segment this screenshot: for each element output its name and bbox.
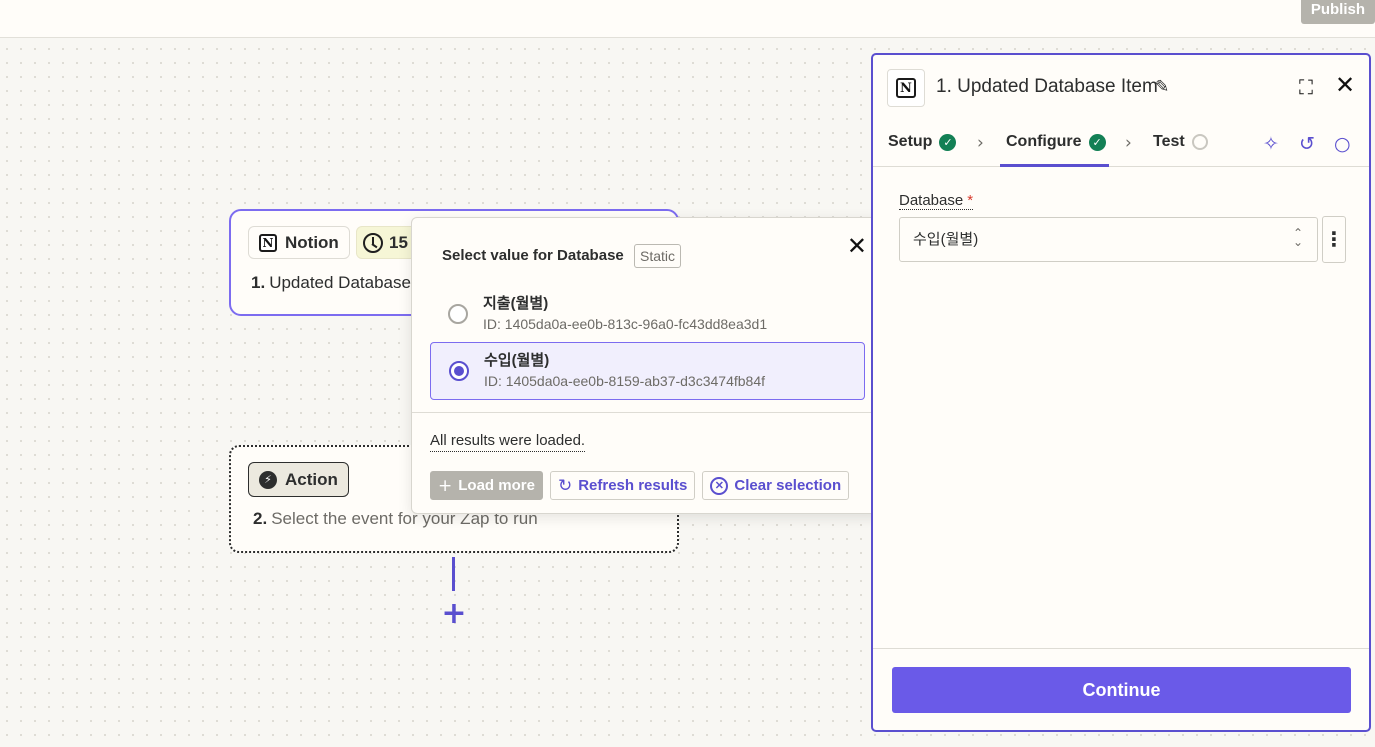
clear-selection-button[interactable]: ✕ Clear selection xyxy=(702,471,850,500)
trigger-step-title: 1. Updated Database xyxy=(251,273,411,293)
option-name: 지출(월별) xyxy=(483,295,549,312)
database-field-label: Database * xyxy=(899,192,974,210)
tab-configure[interactable]: Configure ✓ xyxy=(1006,133,1106,151)
refresh-label: Refresh results xyxy=(578,477,688,494)
app-chip: N Notion xyxy=(248,226,350,259)
database-select[interactable]: 수입(월별) ⌃ ⌄ xyxy=(899,217,1318,262)
plus-icon: + xyxy=(438,475,453,496)
notion-logo-icon: N xyxy=(896,78,916,98)
step-editor-panel: N 1. Updated Database Item ✎ ⛶ ✕ Setup ✓… xyxy=(871,53,1371,732)
tab-label: Setup xyxy=(888,133,933,150)
divider xyxy=(873,648,1369,649)
app-name: Notion xyxy=(285,232,339,252)
radio-button-checked[interactable] xyxy=(449,361,469,381)
refresh-results-button[interactable]: ↻ Refresh results xyxy=(549,471,696,500)
active-tab-indicator xyxy=(1000,164,1109,167)
continue-button[interactable]: Continue xyxy=(892,667,1351,713)
check-circle-icon: ✓ xyxy=(939,133,957,151)
expand-icon[interactable]: ⛶ xyxy=(1299,75,1313,99)
step-connector xyxy=(452,557,455,591)
publish-button[interactable]: Publish xyxy=(1300,0,1375,24)
add-step-plus-icon[interactable]: + xyxy=(440,599,468,629)
panel-tabs: Setup ✓ › Configure ✓ › Test ✧ ↺ ○ xyxy=(873,121,1369,167)
action-chip: ⚡ Action xyxy=(248,462,349,497)
step-number: 2. xyxy=(253,509,268,528)
step-title-text: Updated Database xyxy=(269,273,411,292)
bolt-icon: ⚡ xyxy=(259,470,277,489)
popup-title: Select value for Database xyxy=(442,247,624,264)
top-bar: Publish xyxy=(0,0,1375,38)
database-select-value: 수입(월별) xyxy=(913,231,979,248)
panel-title: 1. Updated Database Item xyxy=(936,76,1158,97)
close-icon[interactable]: ✕ xyxy=(847,232,867,260)
static-badge[interactable]: Static xyxy=(634,244,682,268)
chevron-right-icon: › xyxy=(977,133,984,153)
sparkle-icon[interactable]: ✧ xyxy=(1263,133,1279,155)
popup-actions: + Load more ↻ Refresh results ✕ Clear se… xyxy=(430,471,850,500)
tab-label: Test xyxy=(1153,133,1185,150)
clear-circle-icon: ✕ xyxy=(710,476,729,495)
load-more-button[interactable]: + Load more xyxy=(430,471,543,500)
database-select-popup: Select value for Database Static ✕ 지출(월별… xyxy=(411,217,886,514)
divider xyxy=(412,412,885,413)
tab-label: Configure xyxy=(1006,133,1082,150)
undo-icon[interactable]: ↺ xyxy=(1299,133,1315,155)
option-item[interactable]: 지출(월별) ID: 1405da0a-ee0b-813c-96a0-fc43d… xyxy=(430,286,865,344)
panel-app-logo: N xyxy=(887,69,925,107)
chevron-right-icon: › xyxy=(1125,133,1132,153)
option-item-selected[interactable]: 수입(월별) ID: 1405da0a-ee0b-8159-ab37-d3c34… xyxy=(430,342,865,400)
panel-header: N 1. Updated Database Item ✎ ⛶ ✕ xyxy=(873,55,1369,121)
radio-button[interactable] xyxy=(448,304,468,324)
action-chip-label: Action xyxy=(285,469,338,489)
clear-label: Clear selection xyxy=(734,477,842,494)
results-status: All results were loaded. xyxy=(430,432,586,452)
field-options-kebab-icon[interactable]: ⋮ xyxy=(1322,216,1346,263)
tab-setup[interactable]: Setup ✓ xyxy=(888,133,957,151)
notion-logo-icon: N xyxy=(259,233,277,252)
step-number: 1. xyxy=(251,273,266,292)
pending-circle-icon xyxy=(1191,134,1208,150)
tab-test[interactable]: Test xyxy=(1153,133,1208,151)
search-icon[interactable]: ○ xyxy=(1334,133,1351,155)
required-marker: * xyxy=(967,192,974,209)
select-arrows-icon: ⌃ ⌄ xyxy=(1292,226,1303,249)
option-id: ID: 1405da0a-ee0b-813c-96a0-fc43dd8ea3d1 xyxy=(483,316,768,332)
refresh-icon: ↻ xyxy=(557,475,573,496)
option-id: ID: 1405da0a-ee0b-8159-ab37-d3c3474fb84f xyxy=(484,373,766,389)
option-name: 수입(월별) xyxy=(484,352,550,369)
field-label-text: Database xyxy=(899,192,964,209)
close-icon[interactable]: ✕ xyxy=(1335,71,1355,99)
pencil-icon[interactable]: ✎ xyxy=(1155,77,1169,97)
check-circle-icon: ✓ xyxy=(1088,133,1106,151)
clock-icon xyxy=(363,232,383,253)
polling-interval-value: 15 xyxy=(389,232,408,252)
load-more-label: Load more xyxy=(458,477,535,494)
